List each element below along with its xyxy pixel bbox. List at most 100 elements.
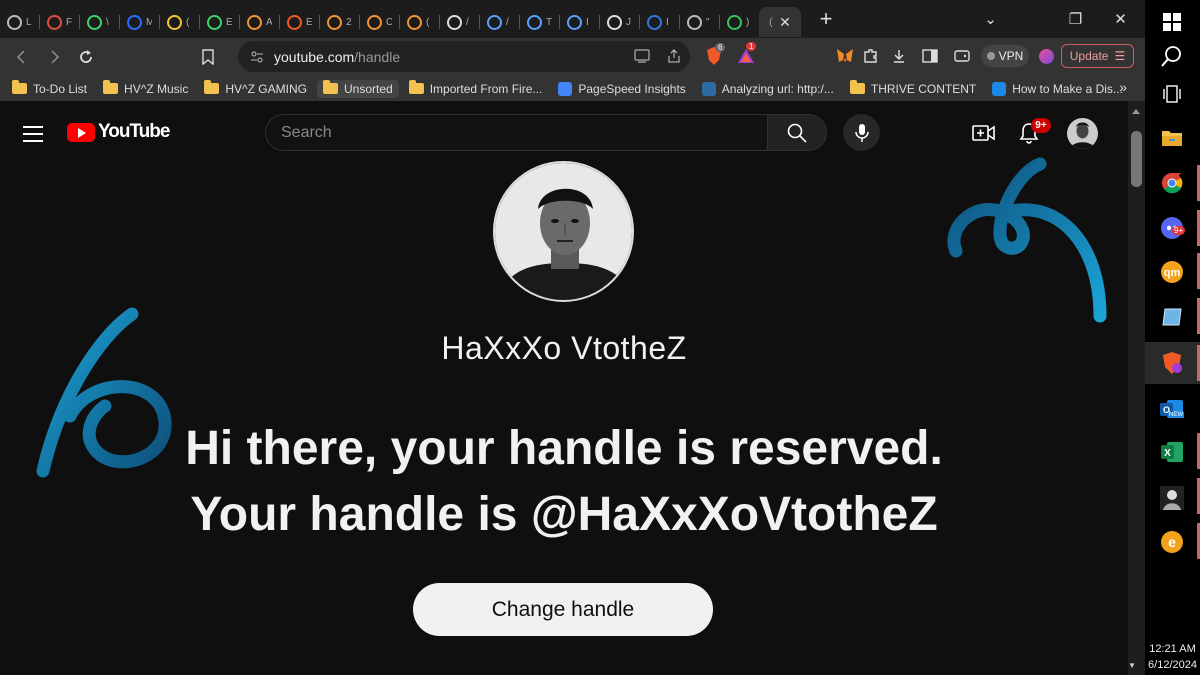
bookmark-folder[interactable]: Imported From Fire... [408,80,542,96]
window-close-button[interactable]: ✕ [1098,0,1143,38]
svg-text:X: X [1164,448,1171,459]
browser-tab[interactable]: 2 [320,7,359,37]
folder-icon [322,80,338,94]
brave-rewards-icon[interactable]: 1 [734,42,758,68]
browser-tab[interactable]: F [40,7,79,37]
address-bar[interactable]: youtube.com/handle [238,41,690,72]
forward-button[interactable] [38,41,70,73]
notes-icon[interactable] [1158,303,1185,330]
bookmark-label: To-Do List [33,81,88,96]
wallet-icon[interactable] [950,44,974,68]
browser-tab[interactable]: I [560,7,599,37]
e-app-icon[interactable]: e [1158,528,1185,555]
browser-tab[interactable]: ( [160,7,199,37]
bookmark-folder[interactable]: HV^Z GAMING [204,80,307,96]
tab-title: I [666,16,669,28]
tab-search-dropdown-button[interactable]: ⌄ [968,0,1013,38]
browser-tab[interactable]: E [280,7,319,37]
reload-button[interactable] [70,41,102,73]
scroll-up-arrow-icon[interactable] [1132,109,1140,114]
downloads-icon[interactable] [887,44,911,68]
browser-tab[interactable]: C [360,7,399,37]
qm-icon[interactable]: qm [1158,258,1185,285]
bookmark-link[interactable]: Analyzing url: http:/... [701,81,834,96]
change-handle-label: Change handle [491,597,635,621]
sidebar-icon[interactable] [918,44,942,68]
account-avatar-button[interactable] [1067,118,1098,149]
windows-start-icon[interactable] [1158,8,1185,35]
brave-leo-icon[interactable] [1034,44,1058,68]
browser-tab[interactable]: / [480,7,519,37]
task-view-icon[interactable] [1158,80,1185,107]
browser-tab[interactable]: ( [400,7,439,37]
brave-icon[interactable] [1158,349,1185,376]
window-restore-button[interactable]: ❐ [1053,0,1098,38]
bookmark-page-button[interactable] [192,41,224,73]
voice-search-button[interactable] [843,114,880,151]
tab-title: / [506,16,509,28]
browser-tab[interactable]: E [200,7,239,37]
guide-menu-button[interactable] [23,126,43,147]
bookmark-folder[interactable]: HV^Z Music [103,80,189,96]
system-clock[interactable]: 12:21 AM 6/12/2024 [1145,641,1200,673]
cast-icon[interactable] [634,49,650,63]
bookmark-icon [202,49,214,65]
browser-tab[interactable]: L [0,7,39,37]
bookmark-folder[interactable]: To-Do List [12,80,88,96]
browser-tab[interactable]: J [600,7,639,37]
search-button[interactable] [767,114,827,151]
search-icon[interactable] [1158,42,1185,69]
triangle-icon [47,14,62,30]
vpn-button[interactable]: VPN [981,45,1029,67]
bookmark-folder[interactable]: THRIVE CONTENT [849,80,976,96]
browser-tab[interactable]: I [640,7,679,37]
page-scrollbar[interactable] [1128,101,1145,675]
feather-icon [727,14,742,30]
browser-tab[interactable]: ) [720,7,759,37]
bookmark-link[interactable]: PageSpeed Insights [558,81,686,96]
bookmark-label: HV^Z GAMING [225,81,307,96]
youtube-logo[interactable]: YouTube [67,121,170,143]
browser-tab[interactable]: " [680,7,719,37]
site-settings-icon[interactable] [250,50,264,64]
profile-portrait-image [495,163,632,300]
back-button[interactable] [6,41,38,73]
search-icon [787,123,807,143]
close-tab-icon[interactable]: ✕ [779,14,791,31]
scrollbar-thumb[interactable] [1131,131,1142,187]
browser-tab[interactable]: \ [80,7,119,37]
tab-title: ( [426,16,430,28]
gamer-icon[interactable] [1158,484,1185,511]
browser-tab[interactable]: / [440,7,479,37]
outlook-icon[interactable]: O NEW [1158,396,1185,423]
browser-tab[interactable]: A [240,7,279,37]
update-button[interactable]: Update ☰ [1061,44,1134,68]
discord-icon[interactable]: 9+ [1158,214,1186,241]
bookmark-link[interactable]: How to Make a Dis... [992,81,1123,96]
microphone-icon [854,123,869,142]
bitcoin-icon [327,14,342,30]
clock-date: 6/12/2024 [1148,659,1197,671]
excel-icon[interactable]: X [1158,438,1185,465]
bookmark-label: HV^Z Music [124,81,189,96]
brave-shields-icon[interactable]: 6 [702,43,726,68]
more-bookmarks-button[interactable]: » [1119,79,1127,95]
extensions-icon[interactable] [859,44,883,68]
show-hidden-icons-caret-icon[interactable]: ▼ [1128,661,1136,670]
file-explorer-icon[interactable] [1158,124,1185,151]
new-tab-button[interactable]: + [811,6,841,32]
active-browser-tab[interactable]: (✕ [759,7,801,37]
share-icon[interactable] [666,48,682,64]
svg-text:qm: qm [1163,267,1180,279]
tab-title: E [226,16,232,28]
search-input[interactable] [281,123,767,142]
search-input-wrapper [265,114,768,151]
change-handle-button[interactable]: Change handle [413,583,713,636]
create-video-button[interactable] [970,119,998,147]
browser-tab[interactable]: T [520,7,559,37]
metamask-icon[interactable] [833,44,857,68]
circle-icon [487,14,502,30]
browser-tab[interactable]: M [120,7,159,37]
chrome-icon[interactable] [1158,169,1185,196]
bookmark-folder[interactable]: Unsorted [316,79,399,98]
